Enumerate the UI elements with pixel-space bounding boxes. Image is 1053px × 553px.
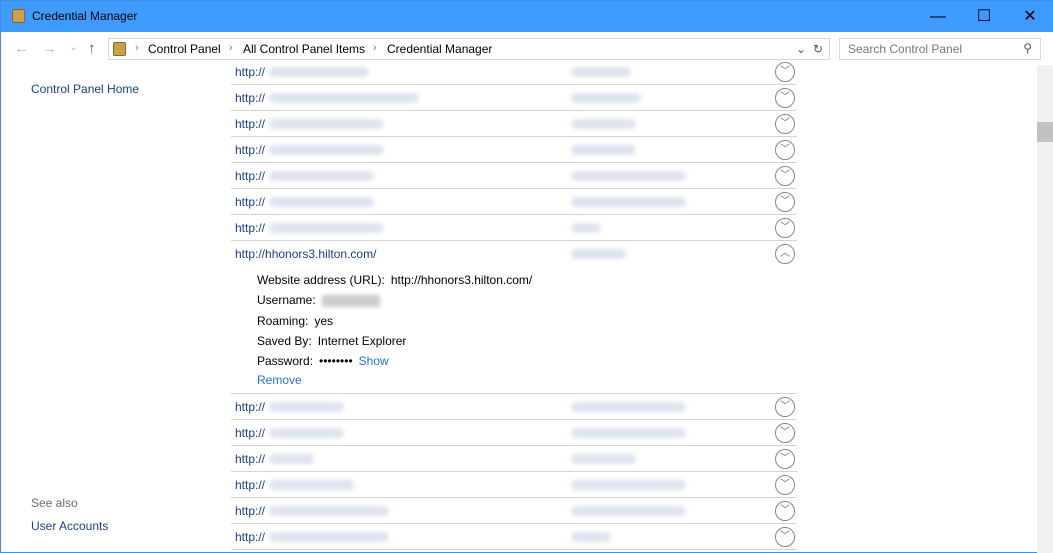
chevron-down-icon[interactable]: ﹀ — [775, 88, 795, 108]
chevron-right-icon: › — [229, 42, 233, 54]
address-dropdown-button[interactable]: ⌄ — [796, 42, 806, 56]
credential-row[interactable]: http://﹀ — [231, 394, 797, 420]
credential-manager-icon — [113, 42, 126, 56]
breadcrumb-all-items[interactable]: All Control Panel Items — [243, 42, 365, 56]
credential-row[interactable]: http://﹀ — [231, 420, 797, 446]
remove-link[interactable]: Remove — [257, 373, 302, 387]
credential-row[interactable]: http://﹀ — [231, 85, 797, 111]
see-also-heading: See also — [31, 496, 78, 510]
address-bar[interactable]: › Control Panel › All Control Panel Item… — [108, 38, 830, 60]
chevron-down-icon[interactable]: ﹀ — [775, 140, 795, 160]
user-accounts-link[interactable]: User Accounts — [31, 519, 108, 533]
chevron-down-icon[interactable]: ﹀ — [775, 397, 795, 417]
search-placeholder: Search Control Panel — [848, 42, 963, 56]
chevron-down-icon[interactable]: ﹀ — [775, 449, 795, 469]
chevron-down-icon[interactable]: ﹀ — [775, 218, 795, 238]
chevron-right-icon: › — [373, 42, 377, 54]
chevron-down-icon[interactable]: ﹀ — [775, 114, 795, 134]
chevron-down-icon[interactable]: ﹀ — [775, 423, 795, 443]
credential-row[interactable]: http://﹀ — [231, 472, 797, 498]
search-input[interactable]: Search Control Panel ⚲ — [839, 38, 1041, 60]
control-panel-home-link[interactable]: Control Panel Home — [31, 82, 139, 96]
chevron-down-icon[interactable]: ﹀ — [775, 501, 795, 521]
credential-row[interactable]: http://﹀ — [231, 111, 797, 137]
credential-url[interactable]: http://hhonors3.hilton.com/ — [235, 247, 376, 261]
window-title: Credential Manager — [32, 9, 138, 23]
maximize-button[interactable]: ☐ — [961, 1, 1007, 32]
scrollbar-thumb[interactable] — [1037, 122, 1053, 142]
credential-row[interactable]: http://﹀ — [231, 189, 797, 215]
chevron-right-icon: › — [135, 42, 139, 54]
credential-row[interactable]: http://﹀ — [231, 163, 797, 189]
credential-row[interactable]: http://﹀ — [231, 137, 797, 163]
up-button[interactable]: ↑ — [88, 40, 96, 57]
credential-row[interactable]: http://﹀ — [231, 498, 797, 524]
website-address: Website address (URL): http://hhonors3.hi… — [257, 273, 533, 287]
forward-button[interactable]: → — [42, 40, 57, 57]
title-bar: Credential Manager — ☐ ✕ — [1, 1, 1053, 32]
credential-manager-icon — [12, 9, 25, 23]
chevron-down-icon[interactable]: ﹀ — [775, 62, 795, 82]
search-icon[interactable]: ⚲ — [1023, 41, 1032, 55]
credential-row-expanded: http://hhonors3.hilton.com/ ︿ Website ad… — [231, 241, 797, 394]
chevron-down-icon[interactable]: ﹀ — [775, 475, 795, 495]
breadcrumb-credential-manager[interactable]: Credential Manager — [387, 42, 492, 56]
show-password-link[interactable]: Show — [359, 354, 389, 368]
minimize-button[interactable]: — — [915, 1, 961, 32]
username: Username: — [257, 293, 380, 307]
password: Password: •••••••• Show — [257, 354, 389, 368]
saved-by: Saved By: Internet Explorer — [257, 334, 407, 348]
breadcrumb-control-panel[interactable]: Control Panel — [148, 42, 221, 56]
credential-row[interactable]: http://﹀ — [231, 215, 797, 241]
chevron-down-icon[interactable]: ﹀ — [775, 166, 795, 186]
credential-row[interactable]: http://﹀ — [231, 446, 797, 472]
chevron-down-icon[interactable]: ﹀ — [775, 192, 795, 212]
chevron-up-icon[interactable]: ︿ — [775, 244, 795, 264]
refresh-button[interactable]: ↻ — [813, 42, 823, 56]
chevron-down-icon[interactable]: ﹀ — [775, 527, 795, 547]
roaming: Roaming: yes — [257, 314, 334, 328]
credential-row[interactable]: http://﹀ — [231, 524, 797, 550]
close-button[interactable]: ✕ — [1007, 1, 1053, 32]
recent-locations-button[interactable]: ⌄ — [69, 40, 78, 53]
credential-list: http://﹀ http://﹀ http://﹀ http://﹀ http… — [231, 59, 797, 550]
back-button[interactable]: ← — [14, 40, 29, 57]
credential-row[interactable]: http://﹀ — [231, 59, 797, 85]
